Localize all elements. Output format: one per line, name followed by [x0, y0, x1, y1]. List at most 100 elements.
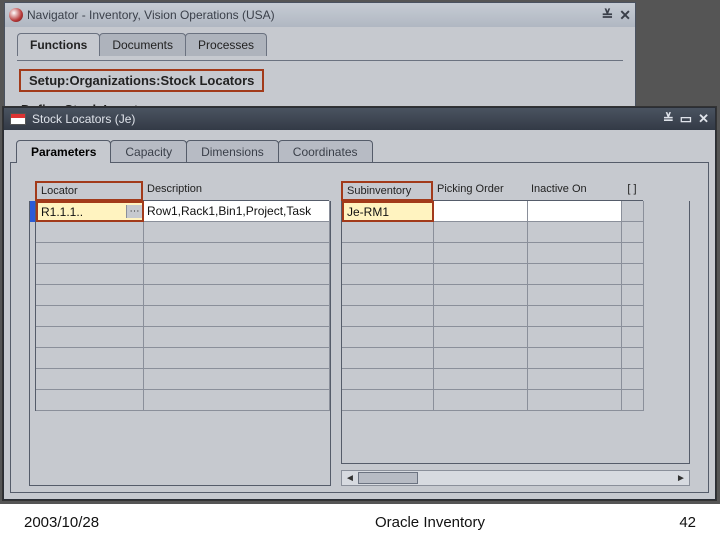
- cell-description[interactable]: [144, 222, 330, 243]
- col-subinventory[interactable]: Subinventory: [341, 181, 433, 201]
- scroll-thumb[interactable]: [358, 472, 418, 484]
- cell-description[interactable]: [144, 306, 330, 327]
- cell-picking-order[interactable]: [434, 201, 528, 222]
- cell-description[interactable]: [144, 285, 330, 306]
- table-row[interactable]: [342, 369, 689, 390]
- cell-locator[interactable]: [36, 348, 144, 369]
- cell-checkbox[interactable]: [622, 201, 644, 222]
- cell-checkbox[interactable]: [622, 390, 644, 411]
- cell-picking-order[interactable]: [434, 264, 528, 285]
- cell-locator[interactable]: [36, 243, 144, 264]
- cell-subinventory[interactable]: [342, 285, 434, 306]
- table-row[interactable]: [30, 243, 330, 264]
- tab-coordinates[interactable]: Coordinates: [278, 140, 373, 163]
- col-description[interactable]: Description: [143, 181, 329, 201]
- table-row[interactable]: [30, 222, 330, 243]
- cell-subinventory[interactable]: [342, 243, 434, 264]
- cell-subinventory[interactable]: [342, 327, 434, 348]
- col-picking-order[interactable]: Picking Order: [433, 181, 527, 201]
- cell-description[interactable]: [144, 327, 330, 348]
- minimize-icon[interactable]: ≚: [602, 7, 614, 24]
- cell-subinventory[interactable]: [342, 369, 434, 390]
- cell-description[interactable]: [144, 264, 330, 285]
- cell-picking-order[interactable]: [434, 306, 528, 327]
- cell-description[interactable]: [144, 243, 330, 264]
- cell-inactive-on[interactable]: [528, 369, 622, 390]
- table-row[interactable]: [30, 306, 330, 327]
- table-row[interactable]: [342, 306, 689, 327]
- cell-description[interactable]: [144, 390, 330, 411]
- cell-checkbox[interactable]: [622, 348, 644, 369]
- cell-subinventory[interactable]: [342, 222, 434, 243]
- table-row[interactable]: [342, 327, 689, 348]
- col-inactive-on[interactable]: Inactive On: [527, 181, 621, 201]
- cell-subinventory[interactable]: [342, 306, 434, 327]
- cell-locator[interactable]: [36, 327, 144, 348]
- cell-locator[interactable]: [36, 369, 144, 390]
- cell-checkbox[interactable]: [622, 327, 644, 348]
- cell-checkbox[interactable]: [622, 285, 644, 306]
- cell-inactive-on[interactable]: [528, 348, 622, 369]
- col-locator[interactable]: Locator: [35, 181, 143, 201]
- table-row[interactable]: R1.1.1..⋯Row1,Rack1,Bin1,Project,Task: [30, 201, 330, 222]
- lov-button[interactable]: ⋯: [126, 205, 142, 218]
- table-row[interactable]: [30, 369, 330, 390]
- cell-subinventory[interactable]: Je-RM1: [342, 201, 434, 222]
- table-row[interactable]: [342, 222, 689, 243]
- table-row[interactable]: [30, 390, 330, 411]
- cell-picking-order[interactable]: [434, 390, 528, 411]
- cell-inactive-on[interactable]: [528, 243, 622, 264]
- cell-picking-order[interactable]: [434, 285, 528, 306]
- cell-locator[interactable]: [36, 222, 144, 243]
- table-row[interactable]: [342, 390, 689, 411]
- cell-inactive-on[interactable]: [528, 264, 622, 285]
- table-row[interactable]: [342, 243, 689, 264]
- cell-picking-order[interactable]: [434, 222, 528, 243]
- cell-locator[interactable]: R1.1.1..⋯: [36, 201, 144, 222]
- tab-dimensions[interactable]: Dimensions: [186, 140, 279, 163]
- table-row[interactable]: Je-RM1: [342, 201, 689, 222]
- cell-inactive-on[interactable]: [528, 327, 622, 348]
- cell-locator[interactable]: [36, 264, 144, 285]
- table-row[interactable]: [30, 348, 330, 369]
- maximize-icon[interactable]: ▭: [680, 111, 692, 127]
- tab-functions[interactable]: Functions: [17, 33, 100, 56]
- table-row[interactable]: [342, 348, 689, 369]
- cell-picking-order[interactable]: [434, 348, 528, 369]
- minimize-icon[interactable]: ≚: [663, 111, 674, 127]
- cell-description[interactable]: [144, 369, 330, 390]
- cell-checkbox[interactable]: [622, 369, 644, 390]
- cell-inactive-on[interactable]: [528, 306, 622, 327]
- cell-checkbox[interactable]: [622, 243, 644, 264]
- table-row[interactable]: [342, 264, 689, 285]
- col-extra[interactable]: [ ]: [621, 181, 643, 201]
- cell-inactive-on[interactable]: [528, 285, 622, 306]
- tab-processes[interactable]: Processes: [185, 33, 267, 56]
- cell-locator[interactable]: [36, 285, 144, 306]
- cell-checkbox[interactable]: [622, 264, 644, 285]
- table-row[interactable]: [30, 327, 330, 348]
- tab-parameters[interactable]: Parameters: [16, 140, 111, 163]
- cell-picking-order[interactable]: [434, 243, 528, 264]
- cell-picking-order[interactable]: [434, 369, 528, 390]
- cell-locator[interactable]: [36, 306, 144, 327]
- close-icon[interactable]: ✕: [698, 111, 709, 127]
- cell-checkbox[interactable]: [622, 222, 644, 243]
- close-icon[interactable]: ✕: [619, 7, 631, 24]
- cell-subinventory[interactable]: [342, 264, 434, 285]
- cell-subinventory[interactable]: [342, 348, 434, 369]
- cell-picking-order[interactable]: [434, 327, 528, 348]
- cell-description[interactable]: [144, 348, 330, 369]
- cell-checkbox[interactable]: [622, 306, 644, 327]
- cell-inactive-on[interactable]: [528, 390, 622, 411]
- table-row[interactable]: [342, 285, 689, 306]
- scroll-right-icon[interactable]: ►: [673, 473, 689, 484]
- tab-documents[interactable]: Documents: [99, 33, 186, 56]
- cell-subinventory[interactable]: [342, 390, 434, 411]
- scroll-left-icon[interactable]: ◄: [342, 473, 358, 484]
- cell-description[interactable]: Row1,Rack1,Bin1,Project,Task: [144, 201, 330, 222]
- cell-inactive-on[interactable]: [528, 222, 622, 243]
- horizontal-scrollbar[interactable]: ◄ ►: [341, 470, 690, 486]
- table-row[interactable]: [30, 285, 330, 306]
- tab-capacity[interactable]: Capacity: [110, 140, 187, 163]
